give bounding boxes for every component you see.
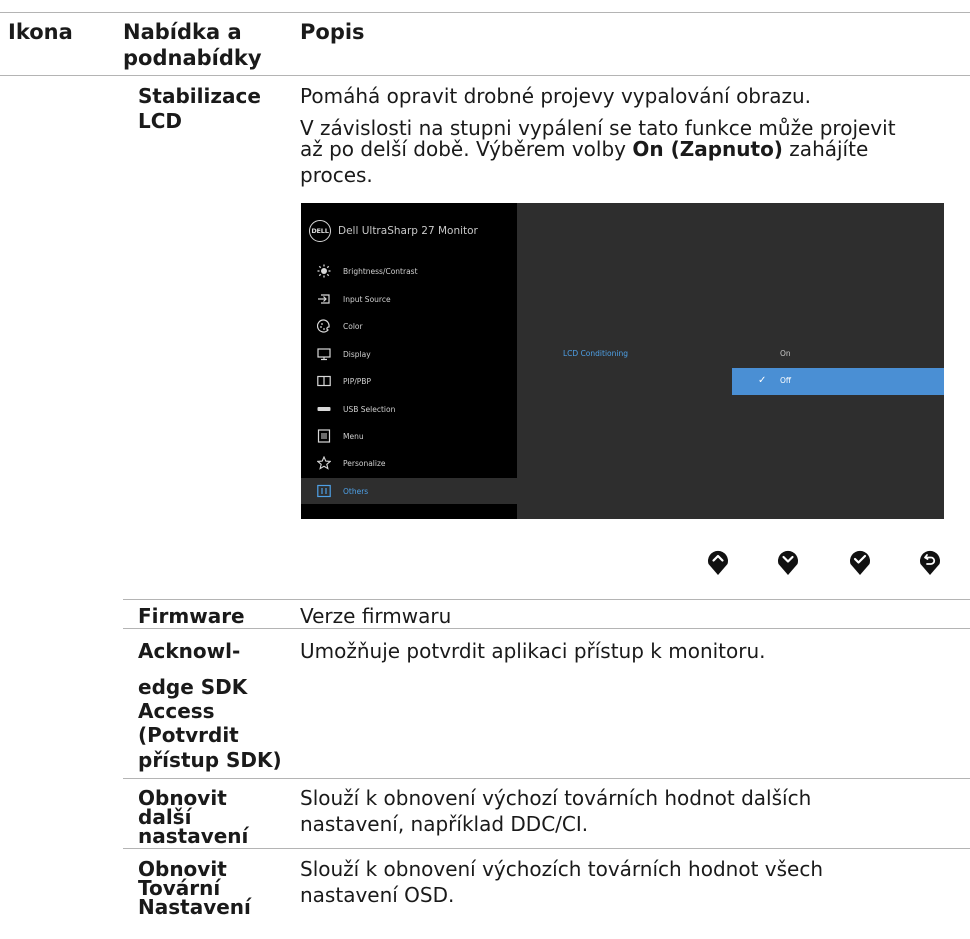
osd-option-on[interactable]: On [780, 349, 791, 358]
firmware-top-rule [123, 599, 970, 600]
osd-setting-label: LCD Conditioning [563, 349, 628, 358]
osd-title-row: DELL Dell UltraSharp 27 Monitor [309, 220, 478, 242]
menu-icon [317, 429, 331, 443]
sdk-name-5: přístup SDK) [138, 748, 282, 772]
sdk-name-1: Acknowl- [138, 639, 241, 663]
firmware-desc: Verze firmwaru [300, 604, 452, 628]
factory-desc-1: Slouží k obnovení výchozích továrních ho… [300, 857, 824, 881]
other-desc-2: nastavení, například DDC/CI. [300, 812, 589, 836]
header-bottom-rule [0, 75, 970, 76]
osd-item-label: Brightness/Contrast [343, 266, 418, 276]
osd-item-label: Others [343, 486, 369, 496]
pip-pbp-icon [317, 374, 331, 388]
ok-button[interactable] [848, 548, 872, 576]
firmware-bottom-rule [123, 628, 970, 629]
header-menu-line2: podnabídky [123, 46, 262, 70]
back-button[interactable] [918, 548, 942, 576]
osd-item-menu[interactable]: Menu [301, 423, 517, 449]
other-name-3: nastavení [138, 824, 249, 848]
osd-item-label: Personalize [343, 458, 386, 468]
osd-item-input-source[interactable]: Input Source [301, 286, 517, 312]
osd-bottom-bar [301, 508, 517, 519]
osd-item-label: PIP/PBP [343, 376, 371, 386]
brightness-icon [317, 264, 331, 278]
header-icon: Ikona [8, 20, 73, 44]
others-icon [317, 484, 331, 498]
input-source-icon [317, 292, 331, 306]
osd-item-color[interactable]: Color [301, 313, 517, 339]
sdk-name-2: edge SDK [138, 675, 248, 699]
sdk-name-3: Access [138, 699, 215, 723]
display-icon [317, 347, 331, 361]
star-icon [317, 456, 331, 470]
lcd-desc-line4: proces. [300, 163, 373, 187]
sdk-name-4: (Potvrdit [138, 723, 239, 747]
sdk-bottom-rule [123, 778, 970, 779]
lcd-desc-line3-bold: On (Zapnuto) [632, 137, 783, 161]
lcd-desc-line3: až po delší době. Výběrem volby On (Zapn… [300, 137, 868, 161]
osd-menu-panel: DELL Dell UltraSharp 27 Monitor Brightne… [301, 203, 517, 519]
up-button[interactable] [706, 548, 730, 576]
sdk-desc: Umožňuje potvrdit aplikaci přístup k mon… [300, 639, 766, 663]
header-menu-line1: Nabídka a [123, 20, 242, 44]
lcd-desc-line1: Pomáhá opravit drobné projevy vypalování… [300, 84, 812, 108]
osd-item-display[interactable]: Display [301, 341, 517, 367]
osd-title: Dell UltraSharp 27 Monitor [338, 225, 478, 237]
lcd-desc-line3-a: až po delší době. Výběrem volby [300, 137, 633, 161]
usb-icon [317, 402, 331, 416]
firmware-name: Firmware [138, 604, 245, 628]
osd-item-others[interactable]: Others [301, 478, 517, 504]
osd-item-personalize[interactable]: Personalize [301, 450, 517, 476]
lcd-desc-line3-b: zahájíte [782, 137, 869, 161]
other-desc-1: Slouží k obnovení výchozí továrních hodn… [300, 786, 812, 810]
check-icon: ✓ [758, 375, 767, 386]
header-description: Popis [300, 20, 365, 44]
osd-screenshot: DELL Dell UltraSharp 27 Monitor Brightne… [301, 203, 944, 519]
osd-item-label: Color [343, 321, 363, 331]
osd-option-off[interactable]: ✓ Off [732, 368, 944, 395]
osd-item-label: Display [343, 349, 371, 359]
osd-item-label: Input Source [343, 294, 391, 304]
dell-logo-icon: DELL [309, 220, 331, 242]
other-bottom-rule [123, 848, 970, 849]
osd-item-usb-selection[interactable]: USB Selection [301, 396, 517, 422]
lcd-name-line1: Stabilizace [138, 84, 261, 108]
osd-item-label: Menu [343, 431, 364, 441]
lcd-name-line2: LCD [138, 109, 183, 133]
color-palette-icon [317, 319, 331, 333]
osd-item-pip-pbp[interactable]: PIP/PBP [301, 368, 517, 394]
osd-item-label: USB Selection [343, 404, 396, 414]
osd-option-off-label: Off [780, 376, 792, 385]
osd-item-brightness-contrast[interactable]: Brightness/Contrast [301, 258, 517, 284]
factory-desc-2: nastavení OSD. [300, 883, 455, 907]
header-top-rule [0, 12, 970, 13]
factory-name-3: Nastavení [138, 895, 251, 919]
down-button[interactable] [776, 548, 800, 576]
